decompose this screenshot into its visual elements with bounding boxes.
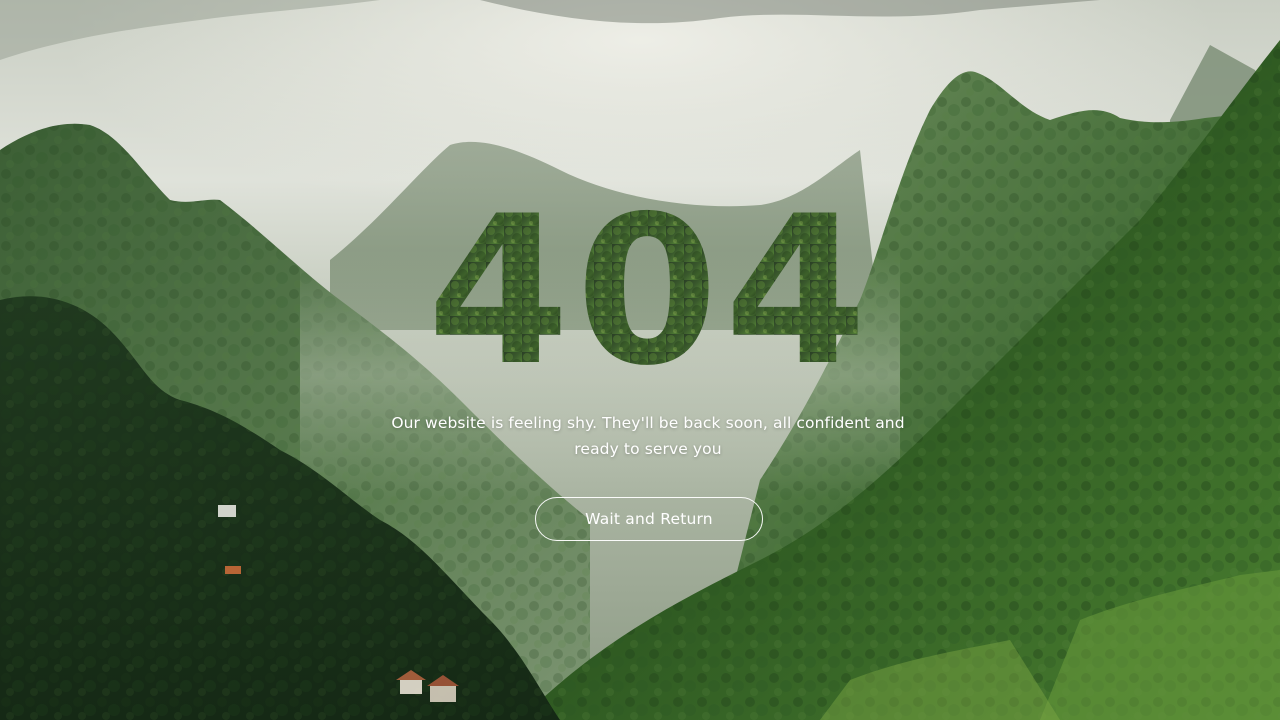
error-page: 404 Our website is feeling shy. They'll … xyxy=(0,0,1280,720)
error-code-heading: 404 xyxy=(0,190,1280,380)
wait-and-return-button[interactable]: Wait and Return xyxy=(535,497,763,541)
error-code-text: 404 xyxy=(427,190,873,380)
error-code-graphic: 404 xyxy=(427,190,873,380)
content-overlay: 404 Our website is feeling shy. They'll … xyxy=(0,0,1280,720)
error-message: Our website is feeling shy. They'll be b… xyxy=(391,414,905,458)
